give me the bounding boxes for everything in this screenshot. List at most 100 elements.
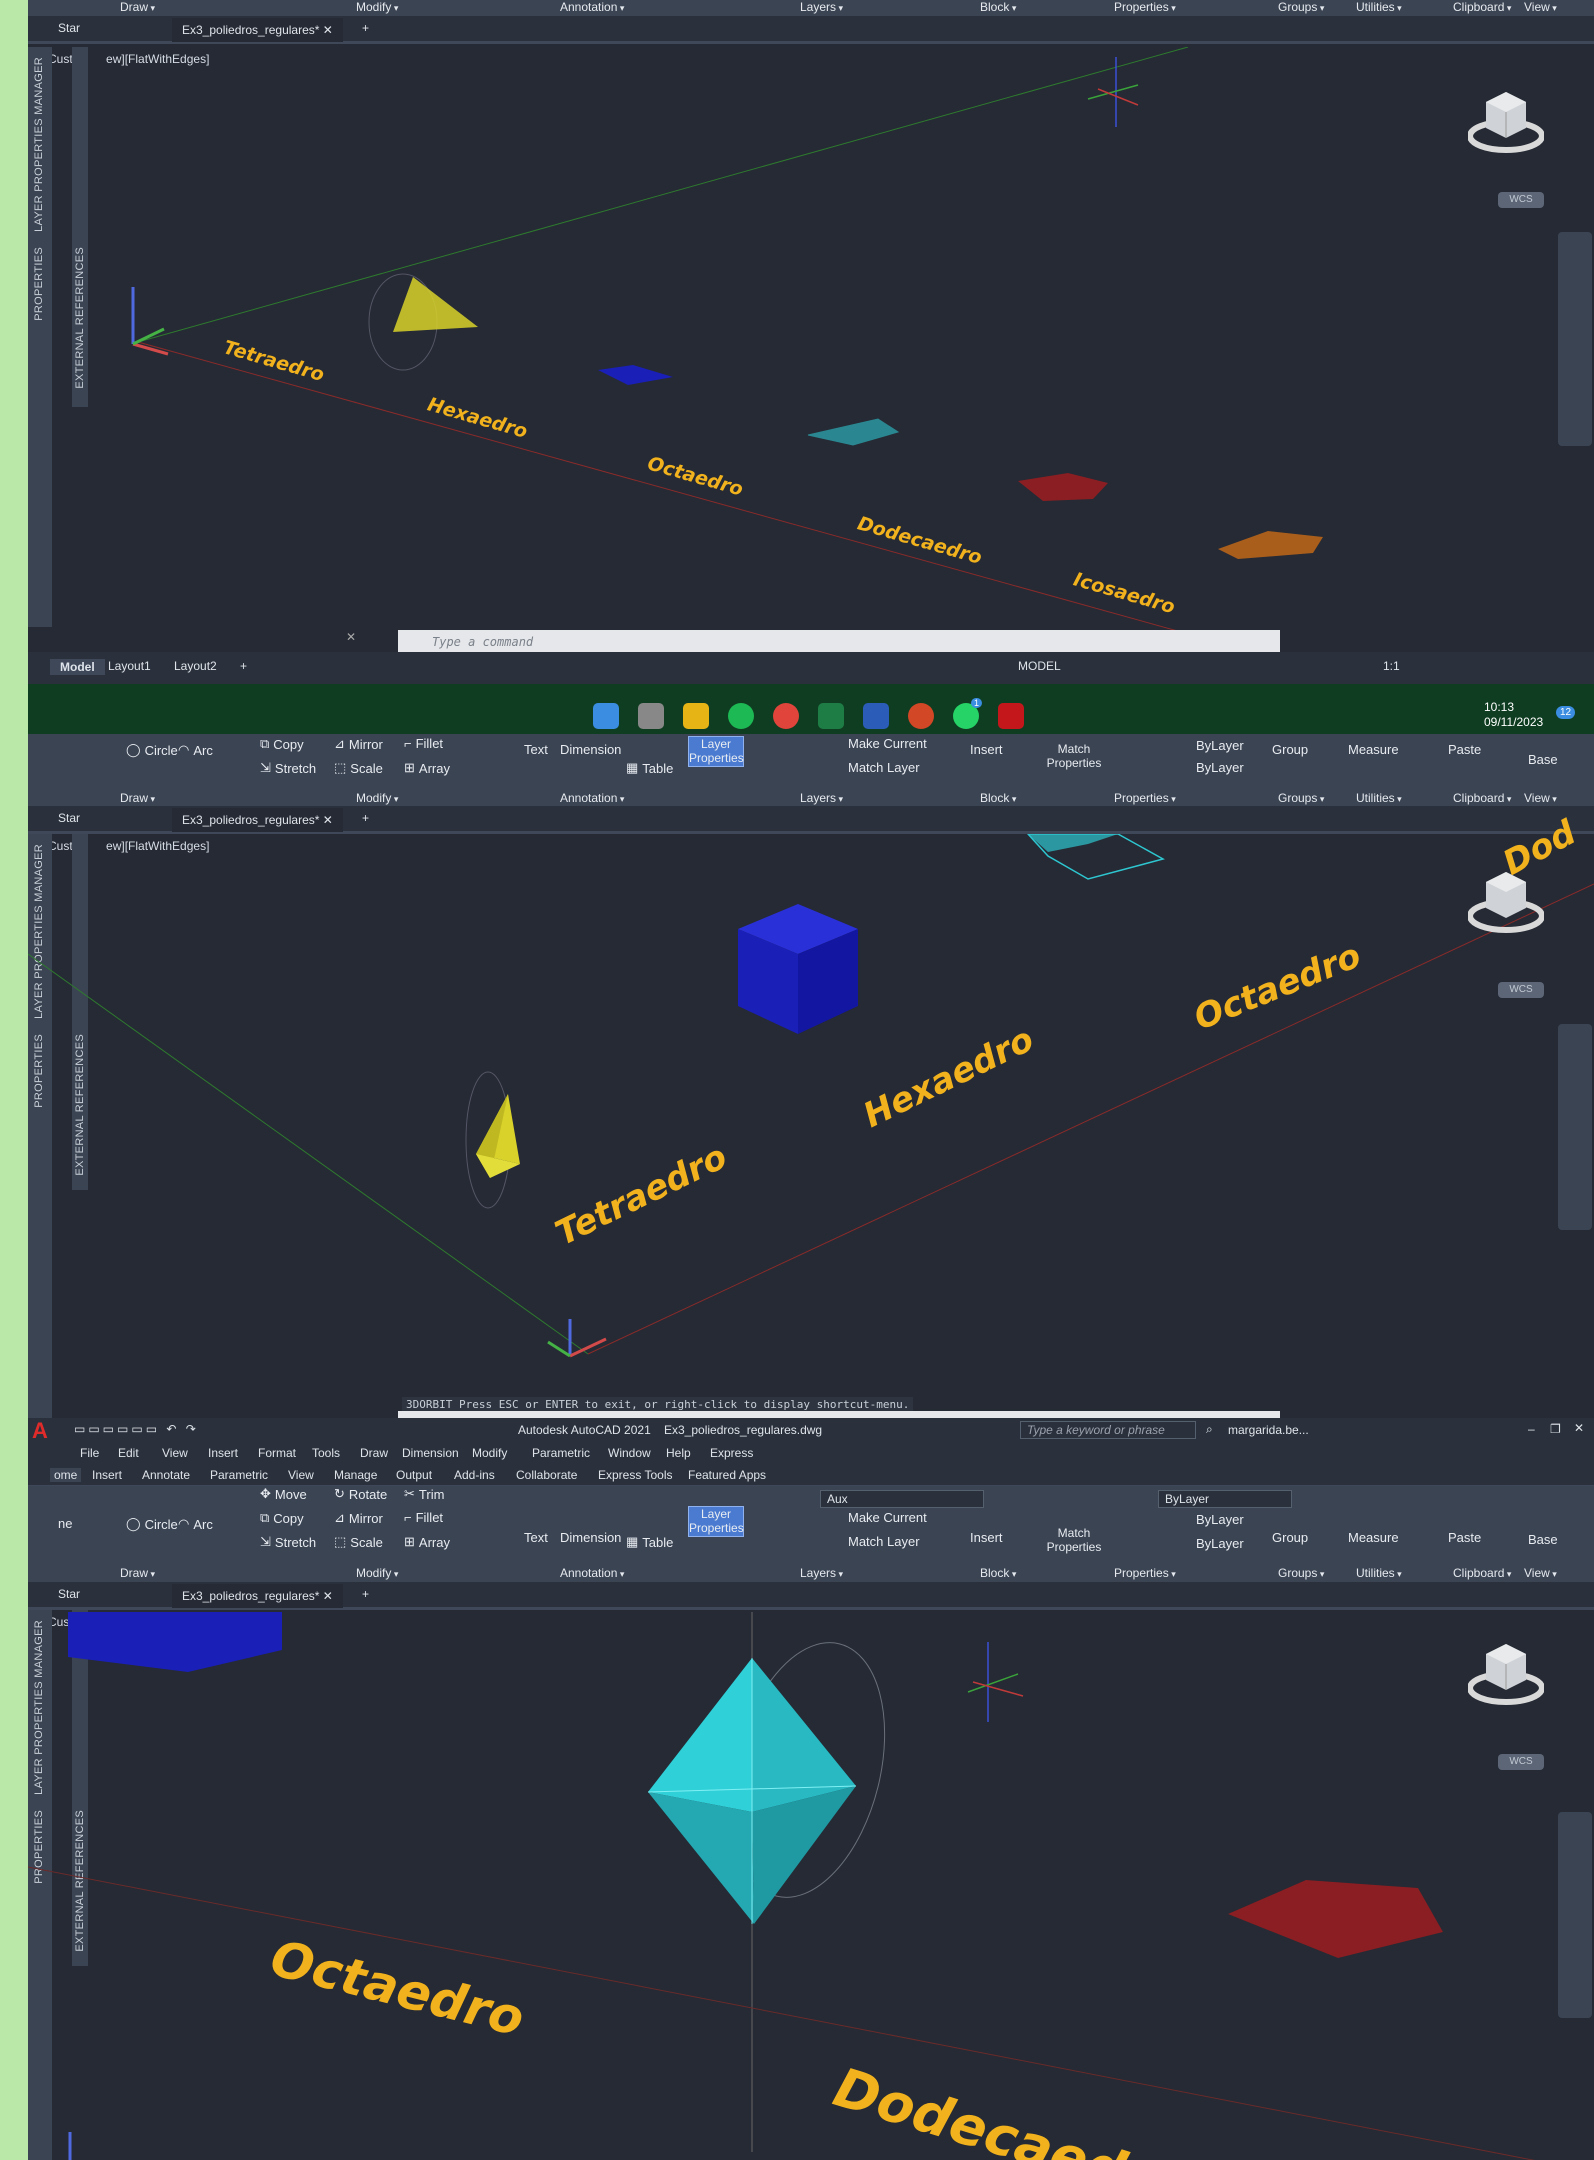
file-explorer-icon[interactable]	[683, 703, 709, 729]
match-properties-button[interactable]: Match Properties	[1046, 742, 1102, 771]
ribbon-group-properties[interactable]: Properties	[1114, 791, 1176, 805]
array-button[interactable]: ⊞ Array	[404, 1534, 450, 1550]
dodecahedron[interactable]	[1018, 473, 1108, 501]
base-button[interactable]: Base	[1528, 752, 1558, 767]
menu-parametric[interactable]: Parametric	[532, 1446, 590, 1460]
ribbon-group-draw[interactable]: Draw	[120, 791, 155, 805]
icosahedron[interactable]	[1218, 531, 1323, 559]
tetrahedron[interactable]	[393, 277, 478, 332]
ribbon-tab-home[interactable]: ome	[50, 1468, 82, 1482]
excel-icon[interactable]	[818, 703, 844, 729]
autocad-logo-icon[interactable]: A	[32, 1418, 48, 1444]
ribbon-group-modify[interactable]: Modify	[356, 0, 398, 14]
new-tab-button[interactable]: +	[362, 1587, 369, 1601]
scale-button[interactable]: ⬚ Scale	[334, 1534, 383, 1550]
ribbon-group-layers[interactable]: Layers	[800, 1566, 843, 1580]
ribbon-group-annotation[interactable]: Annotation	[560, 0, 624, 14]
move-button[interactable]: ✥ Move	[260, 1486, 307, 1502]
new-tab-button[interactable]: +	[362, 811, 369, 825]
menu-window[interactable]: Window	[608, 1446, 651, 1460]
ribbon-group-view[interactable]: View	[1524, 791, 1557, 805]
ribbon-tab-collaborate[interactable]: Collaborate	[516, 1468, 577, 1482]
ribbon-group-modify[interactable]: Modify	[356, 791, 398, 805]
lineweight-dropdown[interactable]: ByLayer	[1196, 1536, 1244, 1551]
file-tab-current[interactable]: Ex3_poliedros_regulares* ✕	[172, 1584, 343, 1608]
group-button[interactable]: Group	[1272, 1530, 1308, 1545]
ribbon-group-utilities[interactable]: Utilities	[1356, 0, 1402, 14]
fillet-button[interactable]: ⌐ Fillet	[404, 1510, 443, 1525]
menu-file[interactable]: File	[80, 1446, 99, 1460]
ribbon-tab-manage[interactable]: Manage	[334, 1468, 377, 1482]
stretch-button[interactable]: ⇲ Stretch	[260, 1534, 316, 1550]
arc-button[interactable]: ◠ Arc	[178, 742, 213, 758]
base-button[interactable]: Base	[1528, 1532, 1558, 1547]
ribbon-group-annotation[interactable]: Annotation	[560, 1566, 624, 1580]
layer-properties-button[interactable]: Layer Properties	[688, 736, 744, 767]
user-account[interactable]: margarida.be...	[1228, 1423, 1309, 1437]
autocad-taskbar-icon[interactable]	[998, 703, 1024, 729]
mirror-button[interactable]: ⊿ Mirror	[334, 736, 383, 752]
group-button[interactable]: Group	[1272, 742, 1308, 757]
clock-date[interactable]: 09/11/2023	[1484, 715, 1543, 729]
add-layout-button[interactable]: +	[240, 659, 247, 673]
hexahedron-partial[interactable]	[68, 1612, 282, 1672]
menu-tools[interactable]: Tools	[312, 1446, 340, 1460]
paste-button[interactable]: Paste	[1448, 742, 1481, 757]
circle-button[interactable]: ◯ Circle	[126, 1516, 178, 1532]
ribbon-group-properties[interactable]: Properties	[1114, 0, 1176, 14]
ribbon-group-utilities[interactable]: Utilities	[1356, 1566, 1402, 1580]
ribbon-group-view[interactable]: View	[1524, 0, 1557, 14]
wcs-menu[interactable]: WCS	[1498, 982, 1544, 998]
ribbon-group-modify[interactable]: Modify	[356, 1566, 398, 1580]
stretch-button[interactable]: ⇲ Stretch	[260, 760, 316, 776]
layer-properties-button[interactable]: Layer Properties	[688, 1506, 744, 1537]
wcs-menu[interactable]: WCS	[1498, 192, 1544, 208]
color-dropdown[interactable]: ByLayer	[1158, 1490, 1292, 1508]
menu-draw[interactable]: Draw	[360, 1446, 388, 1460]
linetype-dropdown[interactable]: ByLayer	[1196, 738, 1244, 753]
layout-tab-layout1[interactable]: Layout1	[108, 659, 151, 673]
clock-time[interactable]: 10:13	[1484, 700, 1514, 714]
command-input[interactable]: Type a command	[398, 630, 1280, 654]
linetype-dropdown[interactable]: ByLayer	[1196, 1512, 1244, 1527]
viewport-3-scene[interactable]	[28, 1612, 1594, 2160]
ribbon-tab-annotate[interactable]: Annotate	[142, 1468, 190, 1482]
ribbon-group-clipboard[interactable]: Clipboard	[1453, 1566, 1511, 1580]
menu-edit[interactable]: Edit	[118, 1446, 139, 1460]
insert-button[interactable]: Insert	[970, 742, 1003, 757]
wcs-menu[interactable]: WCS	[1498, 1754, 1544, 1770]
fillet-button[interactable]: ⌐ Fillet	[404, 736, 443, 751]
circle-button[interactable]: ◯ Circle	[126, 742, 178, 758]
ribbon-group-block[interactable]: Block	[980, 0, 1016, 14]
menu-express[interactable]: Express	[710, 1446, 753, 1460]
rotate-button[interactable]: ↻ Rotate	[334, 1486, 387, 1502]
arc-button[interactable]: ◠ Arc	[178, 1516, 213, 1532]
make-current-button[interactable]: Make Current	[848, 736, 927, 751]
table-button[interactable]: ▦ Table	[626, 760, 673, 776]
ribbon-group-utilities[interactable]: Utilities	[1356, 791, 1402, 805]
ribbon-group-groups[interactable]: Groups	[1278, 0, 1324, 14]
annotation-scale[interactable]: 1:1	[1383, 659, 1400, 673]
notification-badge[interactable]: 12	[1556, 706, 1576, 719]
make-current-button[interactable]: Make Current	[848, 1510, 927, 1525]
ribbon-group-draw[interactable]: Draw	[120, 1566, 155, 1580]
task-view-icon[interactable]	[638, 703, 664, 729]
paste-button[interactable]: Paste	[1448, 1530, 1481, 1545]
insert-button[interactable]: Insert	[970, 1530, 1003, 1545]
ribbon-group-draw[interactable]: Draw	[120, 0, 155, 14]
ribbon-group-groups[interactable]: Groups	[1278, 791, 1324, 805]
match-properties-button[interactable]: Match Properties	[1046, 1526, 1102, 1555]
text-button[interactable]: Text	[524, 1530, 548, 1545]
ribbon-group-annotation[interactable]: Annotation	[560, 791, 624, 805]
octahedron[interactable]	[647, 1658, 857, 1924]
mirror-button[interactable]: ⊿ Mirror	[334, 1510, 383, 1526]
viewport-2-scene[interactable]	[28, 834, 1594, 1416]
match-layer-button[interactable]: Match Layer	[848, 760, 920, 775]
text-button[interactable]: Text	[524, 742, 548, 757]
navigation-bar[interactable]	[1558, 1812, 1592, 2018]
dimension-button[interactable]: Dimension	[560, 742, 621, 757]
table-button[interactable]: ▦ Table	[626, 1534, 673, 1550]
file-tab-start[interactable]: Star	[58, 21, 80, 35]
navigation-bar[interactable]	[1558, 1024, 1592, 1230]
ribbon-group-block[interactable]: Block	[980, 791, 1016, 805]
